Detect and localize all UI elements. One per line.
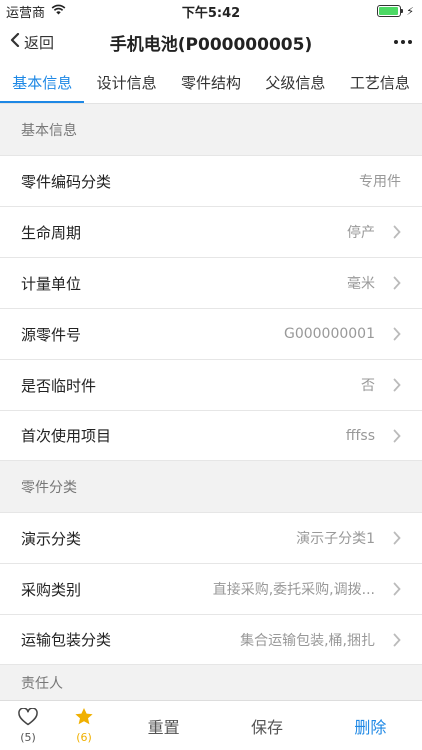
tab-bar: 基本信息 设计信息 零件结构 父级信息 工艺信息 <box>0 62 422 104</box>
section-header-classify: 零件分类 <box>21 479 77 496</box>
more-dots-icon <box>394 40 398 44</box>
row-transport-packaging[interactable]: 运输包装分类 集合运输包装,桶,捆扎 <box>0 614 422 665</box>
row-label: 生命周期 <box>21 223 82 242</box>
row-lifecycle[interactable]: 生命周期 停产 <box>0 206 422 257</box>
chevron-left-icon <box>10 32 20 51</box>
row-is-temporary[interactable]: 是否临时件 否 <box>0 359 422 410</box>
like-count: (5) <box>20 730 36 744</box>
chevron-right-icon <box>381 633 401 647</box>
battery-icon <box>377 5 404 17</box>
bottom-action-bar: (5) (6) 重置 保存 删除 <box>0 700 422 750</box>
row-label: 演示分类 <box>21 529 82 548</box>
row-label: 采购类别 <box>21 580 82 599</box>
wifi-icon <box>51 4 66 19</box>
charging-bolt-icon: ⚡ <box>406 4 414 18</box>
row-label: 运输包装分类 <box>21 631 112 649</box>
star-icon <box>74 707 94 729</box>
chevron-right-icon <box>381 327 401 341</box>
classify-group: 演示分类 演示子分类1 采购类别 直接采购,委托采购,调拨... 运输包装分类 … <box>0 512 422 665</box>
carrier-info: 运营商 <box>6 2 66 21</box>
tab-design-info[interactable]: 设计信息 <box>84 62 168 103</box>
page-title: 手机电池(P000000005) <box>109 34 313 55</box>
tab-basic-info[interactable]: 基本信息 <box>0 62 85 103</box>
tab-parent-info[interactable]: 父级信息 <box>253 62 337 103</box>
battery-indicator: ⚡ <box>377 5 414 18</box>
tab-part-structure[interactable]: 零件结构 <box>169 62 253 103</box>
save-button[interactable]: 保存 <box>215 714 318 738</box>
basic-info-group: 零件编码分类 专用件 生命周期 停产 计量单位 毫米 源零件号 G0000000… <box>0 155 422 461</box>
row-purchase-category[interactable]: 采购类别 直接采购,委托采购,调拨... <box>0 563 422 614</box>
navigation-bar: 返回 手机电池(P000000005) <box>0 22 422 62</box>
row-label: 是否临时件 <box>21 376 97 395</box>
chevron-right-icon <box>381 225 401 239</box>
chevron-right-icon <box>381 378 401 392</box>
detail-content[interactable]: 基本信息 零件编码分类 专用件 生命周期 停产 计量单位 毫米 源零件号 G00… <box>0 104 422 700</box>
back-label: 返回 <box>24 33 55 52</box>
section-header-responsible: 责任人 <box>21 676 63 692</box>
row-value: 毫米 <box>347 276 375 292</box>
row-source-part-number[interactable]: 源零件号 G000000001 <box>0 308 422 359</box>
row-value: fffss <box>345 427 375 444</box>
section-header-basic: 基本信息 <box>21 122 77 139</box>
row-value: G000000001 <box>283 326 375 342</box>
favorite-count: (6) <box>76 731 92 744</box>
chevron-right-icon <box>381 276 401 290</box>
row-value: 停产 <box>347 225 375 241</box>
carrier-name: 运营商 <box>6 5 46 21</box>
row-value: 直接采购,委托采购,调拨... <box>212 582 375 598</box>
row-label: 首次使用项目 <box>21 427 112 445</box>
row-value: 集合运输包装,桶,捆扎 <box>240 632 375 649</box>
row-value: 否 <box>361 378 375 394</box>
like-button[interactable]: (5) <box>0 706 56 744</box>
row-first-use-project[interactable]: 首次使用项目 fffss <box>0 410 422 461</box>
more-options-button[interactable] <box>394 40 412 44</box>
chevron-right-icon <box>381 582 401 596</box>
tab-process-info[interactable]: 工艺信息 <box>338 62 422 103</box>
delete-button[interactable]: 删除 <box>319 714 422 738</box>
status-bar: 运营商 下午5:42 ⚡ <box>0 0 422 22</box>
row-part-code-class: 零件编码分类 专用件 <box>0 155 422 206</box>
row-label: 源零件号 <box>21 325 82 344</box>
chevron-right-icon <box>381 429 401 443</box>
row-label: 计量单位 <box>21 274 82 293</box>
heart-icon <box>18 706 38 729</box>
row-label: 零件编码分类 <box>21 172 112 191</box>
row-unit-of-measure[interactable]: 计量单位 毫米 <box>0 257 422 308</box>
row-value: 演示子分类1 <box>296 531 375 547</box>
row-demo-category[interactable]: 演示分类 演示子分类1 <box>0 512 422 563</box>
back-button[interactable]: 返回 <box>10 32 54 53</box>
row-value: 专用件 <box>359 174 401 190</box>
favorite-button[interactable]: (6) <box>56 707 112 744</box>
chevron-right-icon <box>381 531 401 545</box>
reset-button[interactable]: 重置 <box>112 714 215 738</box>
